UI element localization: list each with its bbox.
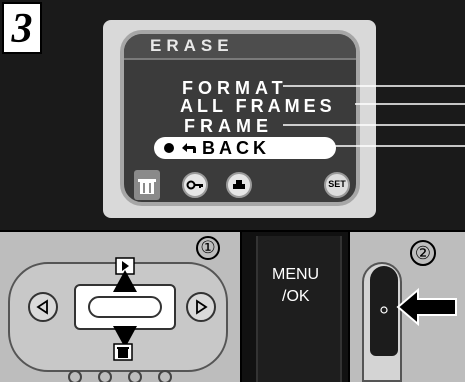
step-3-panel: 3 ERASE FORMAT ALL FRAMES FRAME BACK SET (0, 0, 465, 230)
decorative-circle (68, 370, 82, 382)
left-triangle-icon (36, 299, 48, 315)
dpad-control-panel: ① (0, 232, 240, 382)
decorative-circle (158, 370, 172, 382)
menu-ok-label-line1: MENU (272, 266, 320, 283)
dpad-center-pill (88, 296, 162, 318)
menu-item-frame[interactable]: FRAME (184, 116, 273, 137)
menu-item-back-label: BACK (202, 138, 270, 158)
set-button-label: SET (328, 179, 346, 189)
press-arrow-icon (396, 287, 457, 327)
protect-key-button[interactable] (182, 172, 208, 198)
return-arrow-icon (182, 143, 196, 153)
decorative-circle (98, 370, 112, 382)
right-triangle-icon (196, 299, 208, 315)
menu-ok-panel: MENU /OK (242, 232, 348, 382)
menu-ok-label-line2: /OK (282, 288, 310, 305)
step-marker-1: ① (196, 236, 220, 260)
dpad-right-button[interactable] (186, 292, 216, 322)
shutter-panel: ② (350, 232, 465, 382)
step-marker-2: ② (410, 240, 436, 266)
erase-menu-title-bar: ERASE (124, 34, 356, 60)
menu-item-back-selected[interactable]: BACK (154, 137, 336, 159)
decorative-circle (128, 370, 142, 382)
manual-page: 3 ERASE FORMAT ALL FRAMES FRAME BACK SET… (0, 0, 465, 382)
step-number-badge: 3 (2, 2, 42, 54)
dpad-left-button[interactable] (28, 292, 58, 322)
print-order-button[interactable] (226, 172, 252, 198)
menu-item-all-frames[interactable]: ALL FRAMES (180, 96, 336, 117)
menu-ok-button[interactable]: MENU /OK (256, 236, 342, 382)
key-icon (186, 180, 203, 190)
lcd-screen: ERASE FORMAT ALL FRAMES FRAME BACK SET (120, 30, 360, 206)
selection-dot-icon (164, 143, 174, 153)
erase-mode-icon (134, 170, 160, 200)
print-icon (233, 180, 245, 189)
trash-icon (113, 343, 133, 361)
trash-icon (138, 179, 156, 194)
up-arrow-icon (113, 270, 137, 292)
set-button[interactable]: SET (324, 172, 350, 198)
erase-menu-title: ERASE (150, 36, 234, 55)
